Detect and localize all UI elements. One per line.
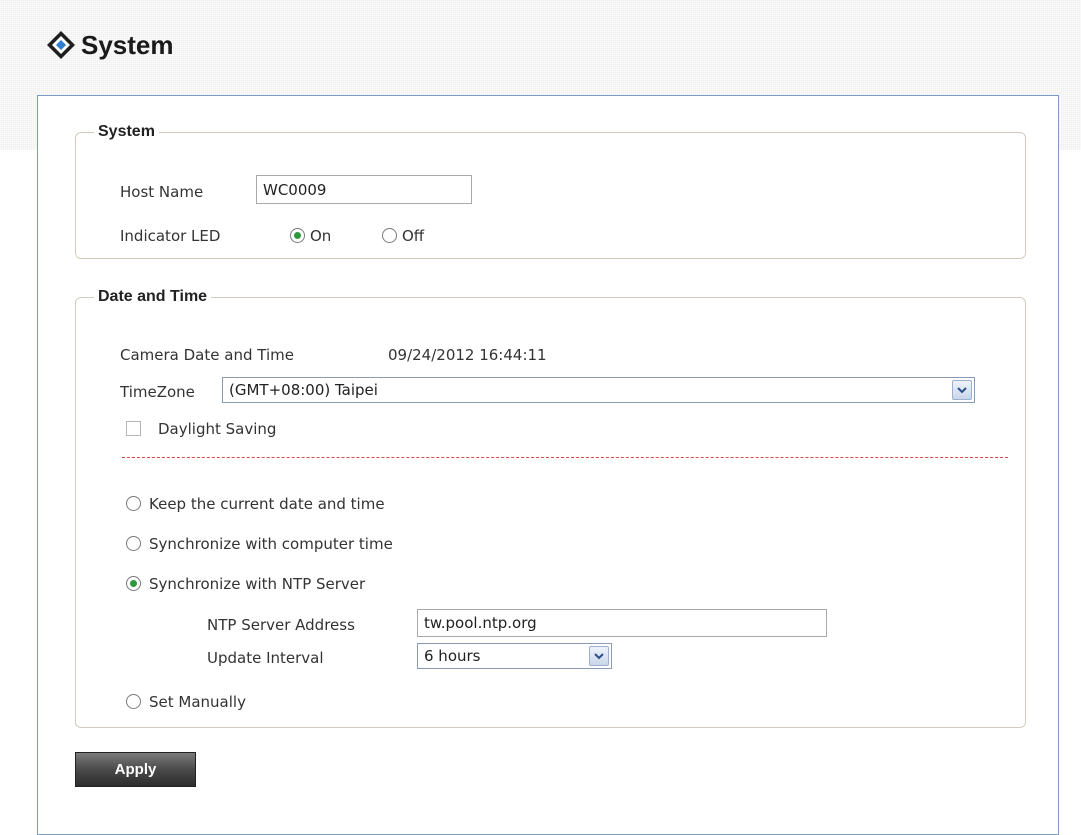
- system-legend: System: [98, 123, 155, 140]
- system-logo-icon: [45, 29, 77, 61]
- timezone-select[interactable]: (GMT+08:00) Taipei: [222, 377, 975, 403]
- led-off-radio[interactable]: [382, 228, 397, 243]
- apply-button[interactable]: Apply: [75, 752, 196, 787]
- host-name-input[interactable]: [256, 175, 472, 204]
- led-off-label: Off: [402, 227, 425, 245]
- timezone-label: TimeZone: [120, 383, 195, 401]
- chevron-down-icon[interactable]: [589, 646, 609, 666]
- sync-computer-radio[interactable]: [126, 536, 141, 551]
- update-interval-label: Update Interval: [207, 649, 324, 667]
- section-divider: [122, 457, 1008, 458]
- sync-ntp-radio[interactable]: [126, 576, 141, 591]
- system-fieldset: System Host Name Indicator LED On Off: [75, 123, 1026, 259]
- camera-date-time-label: Camera Date and Time: [120, 346, 294, 364]
- daylight-saving-label: Daylight Saving: [158, 420, 277, 438]
- chevron-down-icon[interactable]: [952, 380, 972, 400]
- sync-ntp-label: Synchronize with NTP Server: [149, 575, 366, 593]
- keep-current-label: Keep the current date and time: [149, 495, 385, 513]
- camera-date-time-value: 09/24/2012 16:44:11: [388, 346, 547, 364]
- update-interval-select-value: 6 hours: [424, 647, 481, 665]
- led-on-radio[interactable]: [290, 228, 305, 243]
- indicator-led-label: Indicator LED: [120, 227, 221, 245]
- settings-panel: System Host Name Indicator LED On Off Da…: [37, 95, 1059, 835]
- ntp-server-address-input[interactable]: [417, 609, 827, 637]
- keep-current-radio[interactable]: [126, 496, 141, 511]
- daylight-saving-checkbox[interactable]: [126, 421, 141, 436]
- ntp-server-address-label: NTP Server Address: [207, 616, 355, 634]
- host-name-label: Host Name: [120, 183, 204, 201]
- led-on-label: On: [310, 227, 332, 245]
- page-title: System: [45, 28, 174, 62]
- page-title-text: System: [81, 29, 174, 60]
- update-interval-select[interactable]: 6 hours: [417, 643, 612, 669]
- sync-computer-label: Synchronize with computer time: [149, 535, 393, 553]
- date-time-fieldset: Date and Time Camera Date and Time 09/24…: [75, 288, 1026, 728]
- timezone-select-value: (GMT+08:00) Taipei: [229, 381, 378, 399]
- date-time-legend: Date and Time: [98, 288, 208, 305]
- set-manually-label: Set Manually: [149, 693, 246, 711]
- set-manually-radio[interactable]: [126, 694, 141, 709]
